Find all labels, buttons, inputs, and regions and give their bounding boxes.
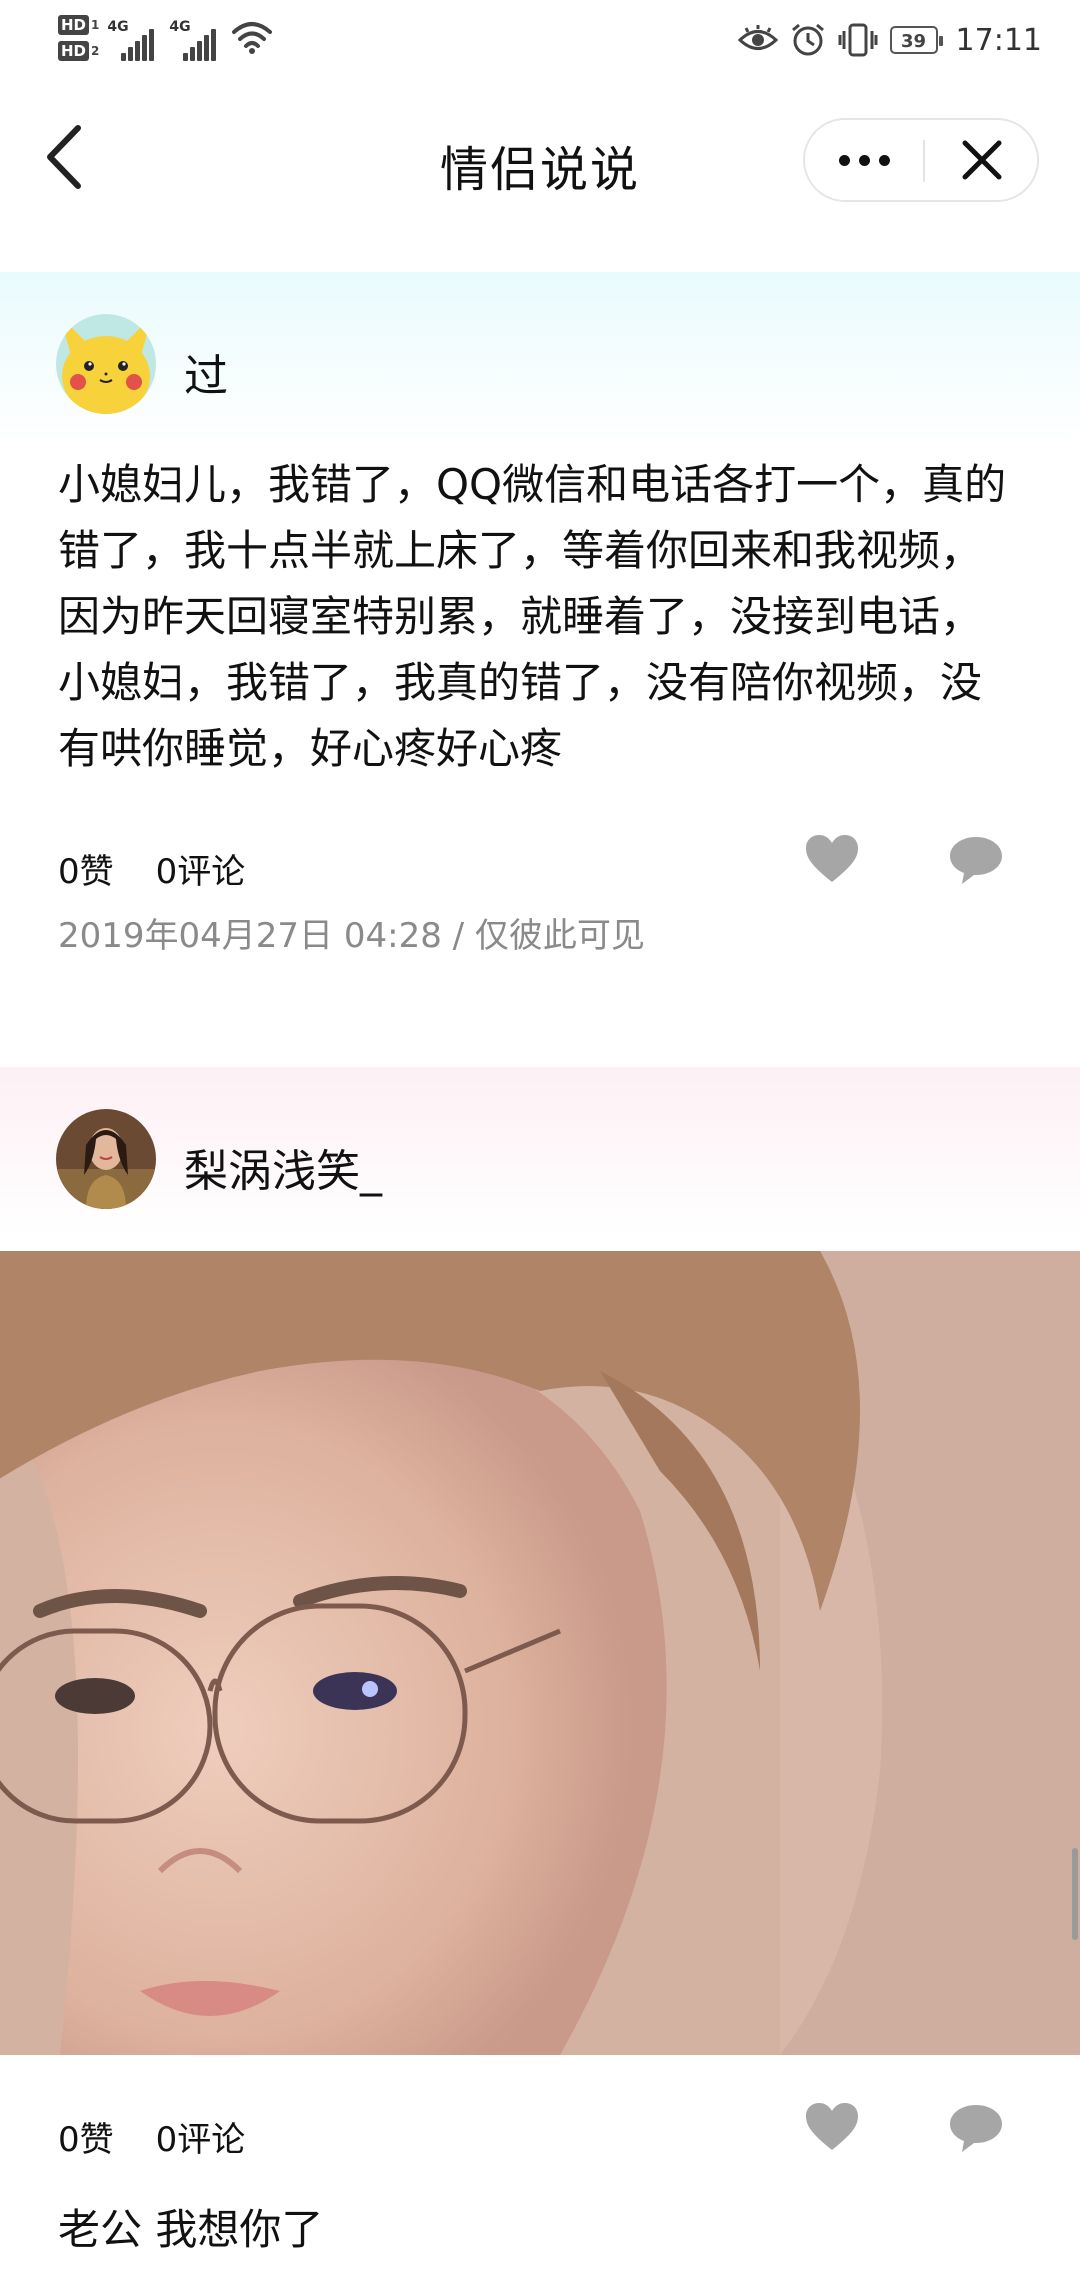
- eye-comfort-icon: [737, 25, 778, 50]
- post-header: 过: [0, 272, 1080, 442]
- like-button[interactable]: [804, 834, 860, 884]
- post-meta: 2019年04月27日 04:28 / 仅彼此可见: [58, 916, 645, 956]
- comment-count: 0评论: [155, 2120, 246, 2160]
- hd-indicator-2: HD 2: [58, 40, 99, 62]
- hd-num-1: 1: [91, 18, 100, 32]
- like-button[interactable]: [804, 2102, 860, 2152]
- comment-button[interactable]: [948, 2102, 1004, 2154]
- hd-label-1: HD: [58, 15, 90, 35]
- status-bar: HD 1 HD 2 4G 4G 39 17:11: [0, 0, 1080, 92]
- comment-count: 0评论: [155, 852, 246, 892]
- more-button[interactable]: [805, 120, 923, 200]
- battery-level: 39: [901, 31, 927, 52]
- clock: 17:11: [955, 22, 1042, 58]
- post-photo[interactable]: [0, 1251, 1080, 2055]
- scrollbar[interactable]: [1072, 1848, 1078, 1940]
- network-type-1: 4G: [107, 19, 129, 35]
- hd-label-2: HD: [58, 41, 90, 61]
- hd-indicator-1: HD 1: [58, 14, 99, 36]
- battery-icon: 39: [889, 26, 943, 54]
- hd-indicators: HD 1 HD 2: [58, 14, 99, 62]
- close-button[interactable]: [925, 120, 1039, 200]
- alarm-icon: [791, 23, 824, 56]
- network-type-2: 4G: [169, 19, 191, 35]
- avatar[interactable]: [56, 1109, 156, 1209]
- nav-bar: 情侣说说: [0, 92, 1080, 232]
- vibrate-icon: [838, 23, 878, 57]
- comment-bubble-icon: [950, 2105, 1002, 2152]
- post-card: 过 小媳妇儿，我错了，QQ微信和电话各打一个，真的错了，我十点半就上床了，等着你…: [0, 272, 1080, 1032]
- like-count: 0赞: [58, 852, 114, 892]
- signal-icon-2: 4G: [169, 15, 223, 61]
- hd-num-2: 2: [91, 44, 100, 58]
- like-count: 0赞: [58, 2120, 114, 2160]
- post-text: 小媳妇儿，我错了，QQ微信和电话各打一个，真的错了，我十点半就上床了，等着你回来…: [58, 460, 1007, 773]
- comment-bubble-icon: [950, 837, 1002, 884]
- post-stats: 0赞 0评论: [58, 2112, 245, 2161]
- heart-icon: [806, 2103, 858, 2150]
- signal-icon-1: 4G: [107, 15, 161, 61]
- more-dot-icon: [858, 154, 870, 166]
- username[interactable]: 过: [184, 340, 228, 404]
- status-right: 39 17:11: [737, 22, 1042, 58]
- status-left: HD 1 HD 2 4G 4G: [58, 14, 273, 62]
- selfie-photo-icon: [0, 1251, 1080, 2055]
- heart-icon: [806, 835, 858, 882]
- mini-program-capsule: [803, 118, 1039, 202]
- wifi-icon: [232, 22, 273, 54]
- close-icon: [962, 140, 1002, 180]
- girl-photo-avatar-icon: [56, 1109, 156, 1209]
- more-dot-icon: [878, 154, 890, 166]
- post-text: 老公 我想你了: [58, 2205, 324, 2254]
- post-card: 梨涡浅笑_ 0赞 0评论 老公 我想你了: [0, 1067, 1080, 2280]
- post-stats: 0赞 0评论: [58, 844, 245, 893]
- more-dot-icon: [838, 154, 850, 166]
- avatar[interactable]: [56, 314, 156, 414]
- post-header: 梨涡浅笑_: [0, 1067, 1080, 1237]
- pikachu-avatar-icon: [56, 314, 156, 414]
- username[interactable]: 梨涡浅笑_: [184, 1135, 382, 1199]
- comment-button[interactable]: [948, 834, 1004, 886]
